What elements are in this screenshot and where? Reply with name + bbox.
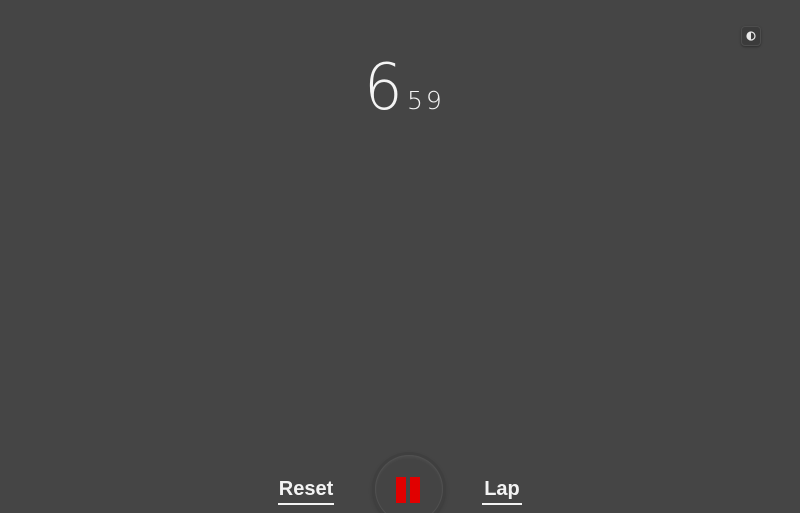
pause-button[interactable] — [375, 455, 443, 513]
stopwatch-screen: 6 59 Reset Lap — [0, 0, 800, 513]
lap-label: Lap — [484, 478, 520, 500]
lap-underline — [482, 503, 522, 505]
theme-toggle-button[interactable] — [741, 26, 761, 46]
lap-button[interactable]: Lap — [482, 478, 522, 505]
time-hundredths: 59 — [407, 86, 445, 115]
contrast-icon — [746, 31, 756, 41]
reset-underline — [278, 503, 334, 505]
pause-icon — [396, 477, 422, 505]
time-seconds: 6 — [364, 51, 403, 125]
pause-bar-left — [396, 477, 406, 503]
reset-label: Reset — [278, 478, 334, 500]
reset-button[interactable]: Reset — [278, 478, 334, 505]
pause-bar-right — [410, 477, 420, 503]
